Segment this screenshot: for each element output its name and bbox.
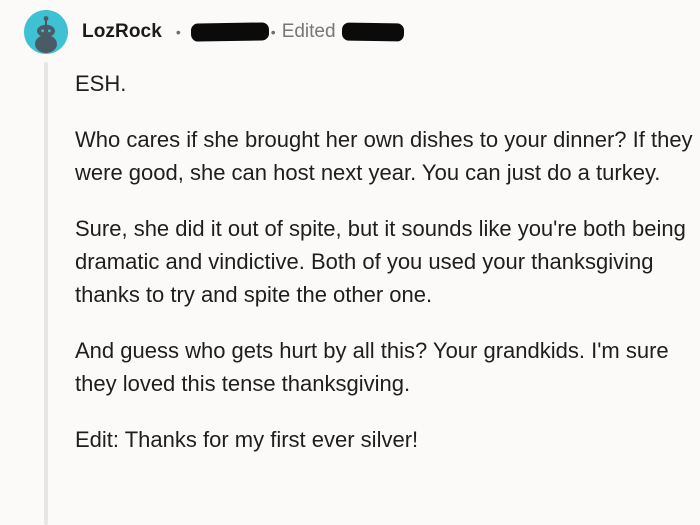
thread-line[interactable] xyxy=(44,62,48,525)
edited-label: Edited xyxy=(281,21,336,42)
separator-dot: • xyxy=(175,24,181,40)
comment-paragraph: Who cares if she brought her own dishes … xyxy=(75,127,693,185)
redacted-edit-time xyxy=(341,22,404,42)
comment-body: ESH. Who cares if she brought her own di… xyxy=(75,67,695,479)
snoo-avatar-icon[interactable] xyxy=(24,10,68,54)
comment-paragraph: And guess who gets hurt by all this? You… xyxy=(75,338,669,396)
redacted-timestamp xyxy=(190,22,269,42)
comment: LozRock • • Edited ESH. Who cares if she… xyxy=(0,0,700,525)
username[interactable]: LozRock xyxy=(82,21,162,43)
comment-paragraph: Sure, she did it out of spite, but it so… xyxy=(75,216,686,307)
comment-header: LozRock • • Edited xyxy=(24,10,404,54)
comment-paragraph: ESH. xyxy=(75,71,127,96)
separator-dot: • xyxy=(270,24,276,40)
comment-paragraph: Edit: Thanks for my first ever silver! xyxy=(75,427,419,452)
